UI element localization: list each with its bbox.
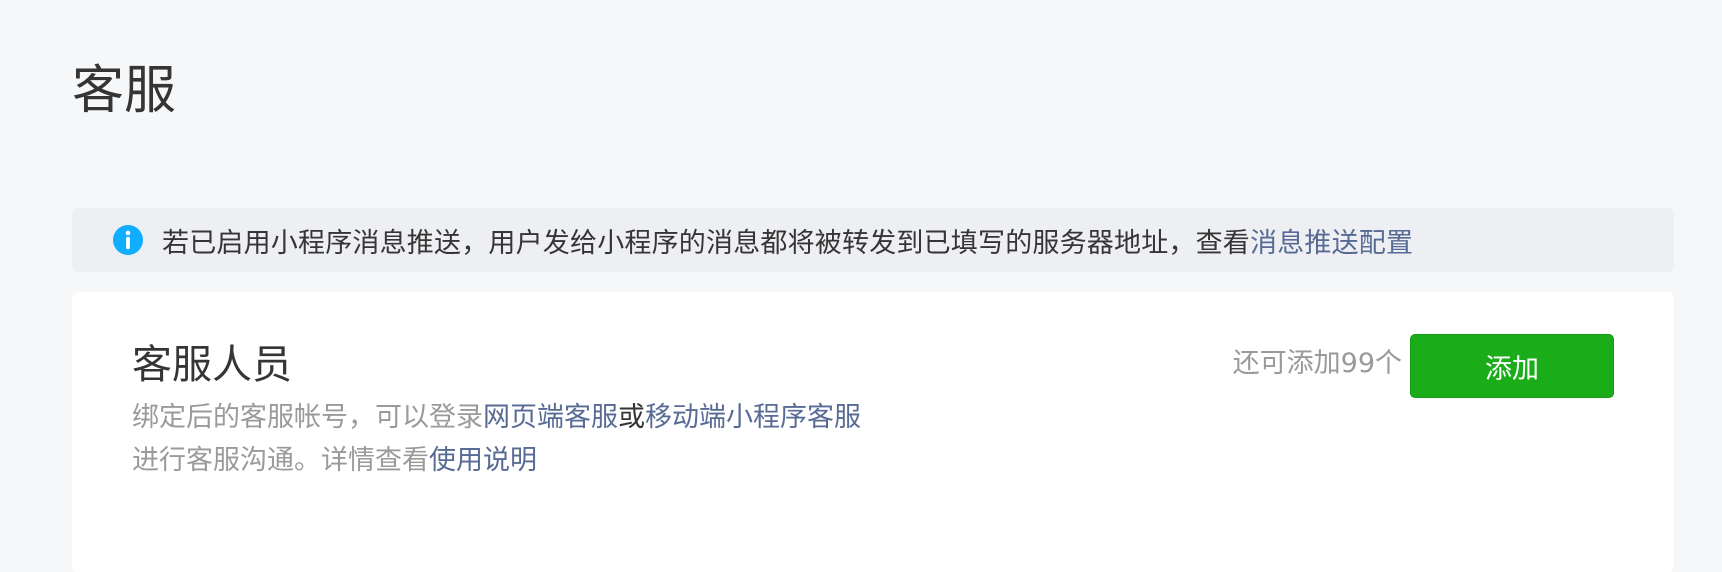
section-title: 客服人员 — [132, 342, 292, 388]
notice-bar: 若已启用小程序消息推送，用户发给小程序的消息都将被转发到已填写的服务器地址，查看… — [72, 208, 1674, 272]
section-description: 绑定后的客服帐号，可以登录网页端客服或移动端小程序客服进行客服沟通。详情查看使用… — [132, 396, 1032, 482]
info-icon — [113, 225, 143, 255]
add-button[interactable]: 添加 — [1410, 334, 1614, 398]
web-customer-service-link[interactable]: 网页端客服 — [483, 402, 618, 433]
or-text: 或 — [618, 402, 645, 433]
description-text: 绑定后的客服帐号，可以登录 — [132, 402, 483, 433]
notice-text: 若已启用小程序消息推送，用户发给小程序的消息都将被转发到已填写的服务器地址，查看… — [162, 221, 1413, 260]
usage-instructions-link[interactable]: 使用说明 — [429, 445, 537, 476]
notice-message: 若已启用小程序消息推送，用户发给小程序的消息都将被转发到已填写的服务器地址，查看 — [162, 227, 1250, 259]
description-text-2: 进行客服沟通。详情查看 — [132, 445, 429, 476]
message-push-config-link[interactable]: 消息推送配置 — [1250, 228, 1413, 259]
remaining-quota-text: 还可添加99个 — [1232, 348, 1402, 379]
customer-service-staff-card: 客服人员 绑定后的客服帐号，可以登录网页端客服或移动端小程序客服进行客服沟通。详… — [72, 292, 1674, 572]
mobile-miniprogram-customer-service-link[interactable]: 移动端小程序客服 — [645, 402, 861, 433]
page-title: 客服 — [72, 61, 177, 121]
